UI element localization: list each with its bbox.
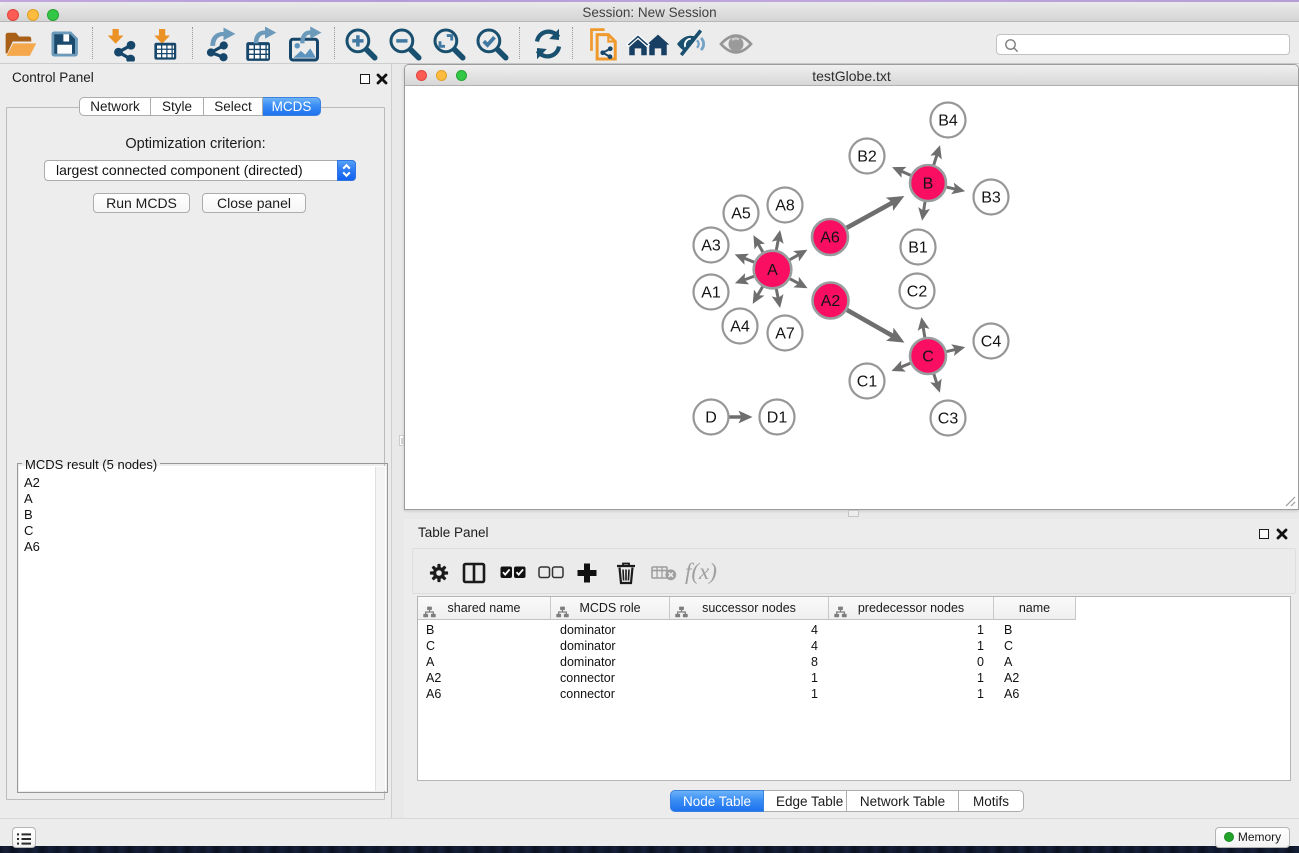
svg-text:C: C (922, 349, 934, 366)
svg-text:A7: A7 (775, 326, 795, 343)
svg-text:A2: A2 (821, 293, 841, 310)
svg-text:C4: C4 (981, 334, 1002, 351)
svg-text:C1: C1 (857, 374, 878, 391)
svg-text:A5: A5 (731, 206, 751, 223)
svg-text:A8: A8 (775, 198, 795, 215)
svg-text:D: D (705, 410, 717, 427)
svg-text:C3: C3 (938, 411, 959, 428)
svg-text:A1: A1 (701, 285, 721, 302)
svg-text:A: A (767, 262, 778, 279)
svg-text:B: B (923, 176, 934, 193)
svg-text:D1: D1 (767, 410, 788, 427)
svg-text:A3: A3 (701, 238, 721, 255)
svg-text:A4: A4 (730, 319, 750, 336)
svg-text:B2: B2 (857, 149, 877, 166)
svg-text:C2: C2 (907, 284, 928, 301)
svg-text:A6: A6 (820, 230, 840, 247)
svg-text:B4: B4 (938, 113, 958, 130)
svg-text:B1: B1 (908, 240, 928, 257)
svg-text:B3: B3 (981, 190, 1001, 207)
